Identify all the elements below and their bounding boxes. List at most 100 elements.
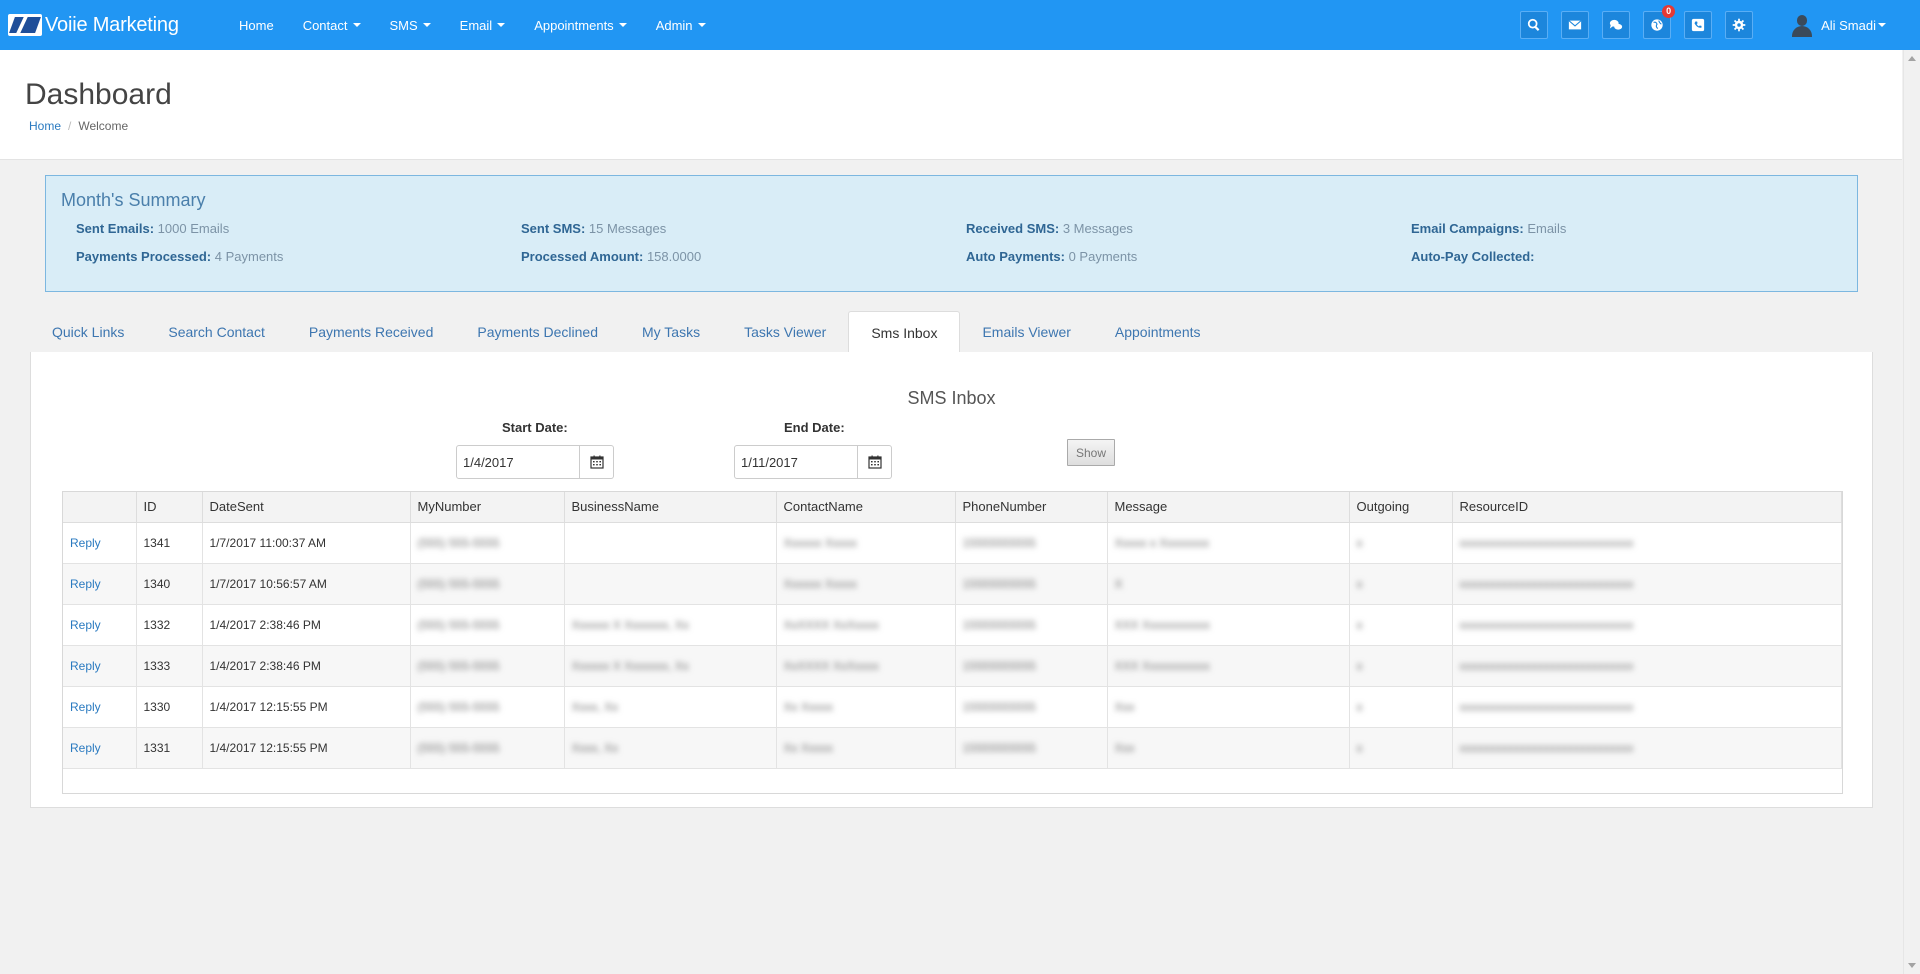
redacted-cell: 15555555555 [955,686,1108,728]
sms-inbox-panel: SMS Inbox Start Date: End Date: Show ID … [30,352,1873,808]
chat-button[interactable] [1602,11,1631,39]
reply-link[interactable]: Reply [70,618,101,632]
redacted-cell: Xxx [1107,727,1350,769]
breadcrumb-home[interactable]: Home [29,119,61,133]
user-menu[interactable]: Ali Smadi [1791,13,1886,37]
id-cell: 1333 [136,645,203,687]
page-header: Dashboard Home / Welcome [0,50,1902,160]
redacted-cell: Xxxxxx Xxxxx [776,522,956,564]
reply-cell: Reply [63,522,137,564]
summary-label: Auto Payments: [966,249,1065,264]
user-name: Ali Smadi [1821,17,1876,33]
column-header-id[interactable]: ID [136,492,203,523]
column-header-phone-number[interactable]: PhoneNumber [955,492,1108,523]
column-header-business-name[interactable]: BusinessName [564,492,777,523]
settings-button[interactable] [1725,11,1754,39]
redacted-cell [564,563,777,605]
redacted-cell: X [1107,563,1350,605]
gear-icon [1732,18,1746,32]
notifications-button[interactable]: 0 [1643,5,1676,39]
summary-received-sms: Received SMS: 3 Messages [966,221,1411,249]
start-date-calendar-button[interactable] [580,445,614,479]
redacted-cell: x [1349,727,1453,769]
nav-contact[interactable]: Contact [303,18,361,33]
reply-cell: Reply [63,686,137,728]
end-date-input[interactable] [734,445,858,479]
redacted-cell: 15555555555 [955,604,1108,646]
summary-row: Payments Processed: 4 Payments Processed… [76,249,1866,277]
email-button[interactable] [1561,11,1590,39]
vertical-scrollbar[interactable] [1903,50,1920,974]
column-header-message[interactable]: Message [1107,492,1350,523]
tab-my-tasks[interactable]: My Tasks [620,311,722,353]
brand[interactable]: Voiie Marketing [8,14,228,37]
table-header-row: ID DateSent MyNumber BusinessName Contac… [63,492,1842,523]
scroll-up-arrow-icon[interactable] [1908,56,1916,61]
summary-payments-processed: Payments Processed: 4 Payments [76,249,521,277]
caret-down-icon [352,23,361,27]
summary-label: Processed Amount: [521,249,644,264]
table-row: Reply 1341 1/7/2017 11:00:37 AM (555) 55… [63,522,1842,564]
phone-icon [1691,18,1705,32]
end-date-label: End Date: [784,420,845,435]
scroll-down-arrow-icon[interactable] [1908,963,1916,968]
nav-appointments[interactable]: Appointments [534,18,627,33]
redacted-cell: (555) 555-5555 [410,604,565,646]
reply-link[interactable]: Reply [70,741,101,755]
avatar [1791,13,1813,37]
nav-menu: Home Contact SMS Email Appointments Admi… [239,18,735,33]
reply-link[interactable]: Reply [70,659,101,673]
column-header-resource-id[interactable]: ResourceID [1452,492,1842,523]
date-sent-cell: 1/7/2017 10:56:57 AM [202,563,411,605]
date-sent-cell: 1/7/2017 11:00:37 AM [202,522,411,564]
calendar-icon [867,455,882,469]
tab-payments-declined[interactable]: Payments Declined [455,311,620,353]
nav-home[interactable]: Home [239,18,274,33]
redacted-cell: XxXXXX XxXxxxx [776,645,956,687]
reply-link[interactable]: Reply [70,700,101,714]
id-cell: 1330 [136,686,203,728]
redacted-cell: xxxxxxxxxxxxxxxxxxxxxxxxxxxxx [1452,727,1842,769]
caret-down-icon [422,23,431,27]
tab-emails-viewer[interactable]: Emails Viewer [960,311,1092,353]
summary-label: Payments Processed: [76,249,212,264]
column-header-contact-name[interactable]: ContactName [776,492,956,523]
column-header-date-sent[interactable]: DateSent [202,492,411,523]
tab-payments-received[interactable]: Payments Received [287,311,456,353]
end-date-calendar-button[interactable] [858,445,892,479]
reply-cell: Reply [63,604,137,646]
redacted-cell: xxxxxxxxxxxxxxxxxxxxxxxxxxxxx [1452,686,1842,728]
redacted-cell: x [1349,645,1453,687]
search-button[interactable] [1520,11,1549,39]
nav-admin[interactable]: Admin [656,18,706,33]
reply-cell: Reply [63,645,137,687]
panel-title: SMS Inbox [907,388,996,408]
table-row: Reply 1331 1/4/2017 12:15:55 PM (555) 55… [63,727,1842,769]
nav-sms[interactable]: SMS [390,18,431,33]
tab-appointments[interactable]: Appointments [1093,311,1223,353]
column-header-my-number[interactable]: MyNumber [410,492,565,523]
redacted-cell: xxxxxxxxxxxxxxxxxxxxxxxxxxxxx [1452,522,1842,564]
tab-quick-links[interactable]: Quick Links [30,311,146,353]
reply-link[interactable]: Reply [70,536,101,550]
summary-value: 15 Messages [588,221,667,236]
start-date-input[interactable] [456,445,580,479]
column-header-outgoing[interactable]: Outgoing [1349,492,1453,523]
reply-cell: Reply [63,727,137,769]
show-button[interactable]: Show [1067,439,1115,466]
redacted-cell: Xxxxx x Xxxxxxxx [1107,522,1350,564]
phone-button[interactable] [1684,11,1713,39]
dashboard-tabs: Quick Links Search Contact Payments Rece… [30,311,1228,353]
redacted-cell: 15555555555 [955,727,1108,769]
calendar-icon [589,455,604,469]
table-row: Reply 1332 1/4/2017 2:38:46 PM (555) 555… [63,604,1842,646]
summary-value: 3 Messages [1062,221,1133,236]
date-sent-cell: 1/4/2017 12:15:55 PM [202,686,411,728]
nav-email[interactable]: Email [460,18,506,33]
tab-sms-inbox[interactable]: Sms Inbox [848,311,961,353]
reply-link[interactable]: Reply [70,577,101,591]
id-cell: 1340 [136,563,203,605]
caret-down-icon [697,23,706,27]
tab-tasks-viewer[interactable]: Tasks Viewer [722,311,848,353]
tab-search-contact[interactable]: Search Contact [146,311,287,353]
